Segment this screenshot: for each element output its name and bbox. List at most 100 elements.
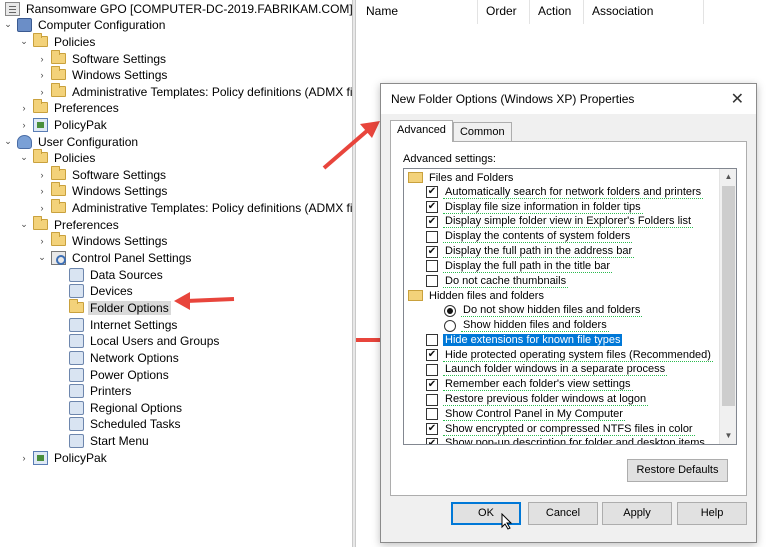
- settings-option[interactable]: Launch folder windows in a separate proc…: [426, 362, 668, 377]
- expanded-chevron-icon[interactable]: ⌄: [18, 152, 30, 164]
- tree-item-printers[interactable]: Printers: [54, 382, 133, 399]
- tree-user-preferences[interactable]: ⌄ Preferences: [18, 216, 121, 233]
- settings-option[interactable]: ✔ Show pop-up description for folder and …: [426, 436, 707, 444]
- help-button[interactable]: Help: [677, 502, 747, 525]
- settings-option[interactable]: ✔ Display the full path in the address ba…: [426, 244, 635, 259]
- tree-root[interactable]: Ransomware GPO [COMPUTER-DC-2019.FABRIKA…: [2, 0, 352, 17]
- tab-advanced[interactable]: Advanced: [390, 120, 453, 142]
- checkbox-unchecked[interactable]: [426, 393, 438, 406]
- tree-control-panel-settings[interactable]: ⌄ Control Panel Settings: [36, 249, 193, 266]
- settings-option[interactable]: ✔ Automatically search for network folder…: [426, 185, 704, 200]
- settings-option[interactable]: Show Control Panel in My Computer: [426, 407, 625, 422]
- settings-option[interactable]: ✔ Display file size information in folder…: [426, 200, 643, 215]
- tab-common[interactable]: Common: [452, 122, 512, 142]
- tree-user-policies[interactable]: ⌄ Policies: [18, 149, 97, 166]
- settings-option[interactable]: Restore previous folder windows at logon: [426, 392, 649, 407]
- expanded-chevron-icon[interactable]: ⌄: [18, 219, 30, 231]
- tree-item-start-menu[interactable]: Start Menu: [54, 432, 151, 449]
- cancel-button[interactable]: Cancel: [528, 502, 598, 525]
- settings-option[interactable]: ✔ Display simple folder view in Explorer'…: [426, 214, 694, 229]
- column-header-order[interactable]: Order: [478, 0, 530, 24]
- settings-option[interactable]: ✔ Remember each folder's view settings: [426, 377, 633, 392]
- apply-button[interactable]: Apply: [602, 502, 672, 525]
- tree-item-power-options[interactable]: Power Options: [54, 366, 171, 383]
- checkbox-checked[interactable]: ✔: [426, 201, 438, 214]
- dialog-title-bar[interactable]: New Folder Options (Windows XP) Properti…: [381, 84, 756, 114]
- expanded-chevron-icon[interactable]: ⌄: [2, 19, 14, 31]
- tree-preferences[interactable]: › Preferences: [18, 99, 121, 116]
- scroll-down-icon[interactable]: ▼: [720, 428, 736, 444]
- tree-item-folder-options[interactable]: Folder Options: [54, 299, 171, 316]
- checkbox-unchecked[interactable]: [426, 275, 438, 288]
- tree-policypak[interactable]: › PolicyPak: [18, 116, 109, 133]
- tree-software-settings[interactable]: › Software Settings: [36, 50, 168, 67]
- checkbox-checked[interactable]: ✔: [426, 437, 438, 444]
- checkbox-checked[interactable]: ✔: [426, 349, 438, 362]
- expanded-chevron-icon[interactable]: ⌄: [36, 252, 48, 264]
- settings-option[interactable]: ✔ Show encrypted or compressed NTFS files…: [426, 422, 695, 437]
- checkbox-unchecked[interactable]: [426, 260, 438, 273]
- settings-option[interactable]: Do not show hidden files and folders: [444, 303, 643, 318]
- settings-option[interactable]: Do not cache thumbnails: [426, 274, 569, 289]
- tree-label: Scheduled Tasks: [90, 416, 181, 431]
- scrollbar-thumb[interactable]: [722, 186, 735, 406]
- collapsed-chevron-icon[interactable]: ›: [36, 69, 48, 81]
- tree-item-local-users[interactable]: Local Users and Groups: [54, 332, 221, 349]
- column-header-name[interactable]: Name: [358, 0, 478, 24]
- checkbox-checked[interactable]: ✔: [426, 378, 438, 391]
- radio-unselected[interactable]: [444, 319, 456, 332]
- checkbox-checked[interactable]: ✔: [426, 245, 438, 258]
- tree-user-policypak[interactable]: › PolicyPak: [18, 449, 109, 466]
- tree-user-configuration[interactable]: ⌄ User Configuration: [2, 133, 140, 150]
- tree-item-devices[interactable]: Devices: [54, 282, 135, 299]
- expanded-chevron-icon[interactable]: ⌄: [2, 136, 14, 148]
- collapsed-chevron-icon[interactable]: ›: [18, 119, 30, 131]
- settings-option[interactable]: Hide extensions for known file types: [426, 333, 623, 348]
- settings-option[interactable]: Show hidden files and folders: [444, 318, 609, 333]
- expanded-chevron-icon[interactable]: ⌄: [18, 36, 30, 48]
- column-header-association[interactable]: Association: [584, 0, 704, 24]
- checkbox-unchecked[interactable]: [426, 334, 438, 347]
- tree-item-scheduled-tasks[interactable]: Scheduled Tasks: [54, 415, 183, 432]
- tree-computer-configuration[interactable]: ⌄ Computer Configuration: [2, 16, 167, 33]
- tree-user-admin-templates[interactable]: › Administrative Templates: Policy defin…: [36, 199, 352, 216]
- close-icon[interactable]: ✕: [731, 89, 744, 109]
- tree-pref-windows-settings[interactable]: › Windows Settings: [36, 232, 169, 249]
- collapsed-chevron-icon[interactable]: ›: [36, 202, 48, 214]
- collapsed-chevron-icon[interactable]: ›: [36, 169, 48, 181]
- settings-option[interactable]: Display the full path in the title bar: [426, 259, 613, 274]
- tree-windows-settings[interactable]: › Windows Settings: [36, 66, 169, 83]
- dialog-title: New Folder Options (Windows XP) Properti…: [391, 92, 635, 106]
- tree-item-internet-settings[interactable]: Internet Settings: [54, 316, 179, 333]
- scroll-up-icon[interactable]: ▲: [720, 169, 736, 185]
- tree-admin-templates[interactable]: › Administrative Templates: Policy defin…: [36, 83, 352, 100]
- vertical-scrollbar[interactable]: ▲ ▼: [719, 169, 736, 444]
- collapsed-chevron-icon[interactable]: ›: [36, 86, 48, 98]
- checkbox-checked[interactable]: ✔: [426, 423, 438, 436]
- checkbox-unchecked[interactable]: [426, 408, 438, 421]
- checkbox-unchecked[interactable]: [426, 363, 438, 376]
- tree-item-regional-options[interactable]: Regional Options: [54, 399, 184, 416]
- tree-item-data-sources[interactable]: Data Sources: [54, 266, 165, 283]
- settings-option[interactable]: Display the contents of system folders: [426, 229, 633, 244]
- tree-item-network-options[interactable]: Network Options: [54, 349, 181, 366]
- collapsed-chevron-icon[interactable]: ›: [18, 452, 30, 464]
- advanced-settings-list[interactable]: Files and Folders ✔ Automatically search f…: [403, 168, 737, 445]
- collapsed-chevron-icon[interactable]: ›: [18, 102, 30, 114]
- checkbox-unchecked[interactable]: [426, 230, 438, 243]
- column-header-action[interactable]: Action: [530, 0, 584, 24]
- collapsed-chevron-icon[interactable]: ›: [36, 53, 48, 65]
- tree-policies[interactable]: ⌄ Policies: [18, 33, 97, 50]
- checkbox-checked[interactable]: ✔: [426, 186, 438, 199]
- scheduled-tasks-icon: [69, 416, 84, 431]
- tree-user-windows-settings[interactable]: › Windows Settings: [36, 182, 169, 199]
- pane-splitter[interactable]: [352, 0, 356, 547]
- settings-option[interactable]: ✔ Hide protected operating system files (…: [426, 348, 713, 363]
- tree-user-software-settings[interactable]: › Software Settings: [36, 166, 168, 183]
- collapsed-chevron-icon[interactable]: ›: [36, 185, 48, 197]
- radio-selected[interactable]: [444, 304, 456, 317]
- restore-defaults-button[interactable]: Restore Defaults: [627, 459, 728, 482]
- checkbox-checked[interactable]: ✔: [426, 215, 438, 228]
- collapsed-chevron-icon[interactable]: ›: [36, 235, 48, 247]
- settings-option-label: Do not show hidden files and folders: [461, 304, 643, 318]
